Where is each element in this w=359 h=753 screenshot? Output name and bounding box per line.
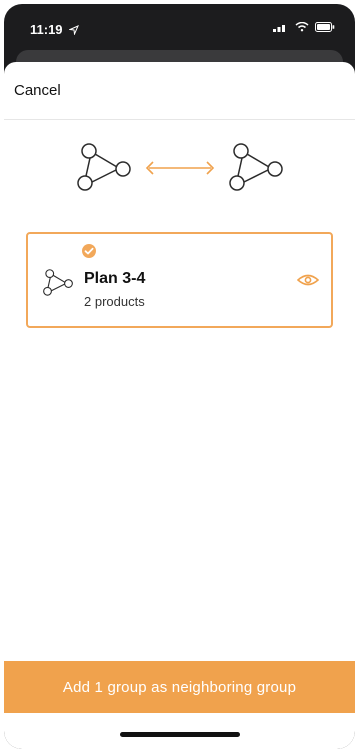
check-circle-icon [82,244,96,258]
battery-icon [315,22,335,32]
screen: 11:19 Cancel Plan 3-4 2 products Add 1 g… [4,4,355,749]
group-card-plan-3-4[interactable]: Plan 3-4 2 products [26,232,333,328]
group-graph-icon [75,139,133,197]
location-arrow-icon [68,24,79,35]
add-neighboring-group-button[interactable]: Add 1 group as neighboring group [4,661,355,713]
group-graph-icon [42,267,74,304]
eye-icon[interactable] [296,272,320,293]
group-linking-graphic [4,132,355,204]
signal-icon [273,22,289,32]
sheet-header: Cancel [4,62,355,120]
cancel-button[interactable]: Cancel [14,82,61,99]
card-subtitle: 2 products [84,294,145,309]
status-icons [273,22,335,32]
card-title: Plan 3-4 [84,270,146,287]
device-frame: 11:19 Cancel Plan 3-4 2 products Add 1 g… [0,0,359,753]
status-time: 11:19 [30,22,79,37]
double-arrow-icon [143,158,217,178]
wifi-icon [295,22,309,32]
status-bar: 11:19 [4,4,355,46]
modal-sheet: Cancel Plan 3-4 2 products Add 1 group a… [4,62,355,749]
home-indicator [119,732,240,737]
status-time-text: 11:19 [30,22,63,37]
group-graph-icon [227,139,285,197]
